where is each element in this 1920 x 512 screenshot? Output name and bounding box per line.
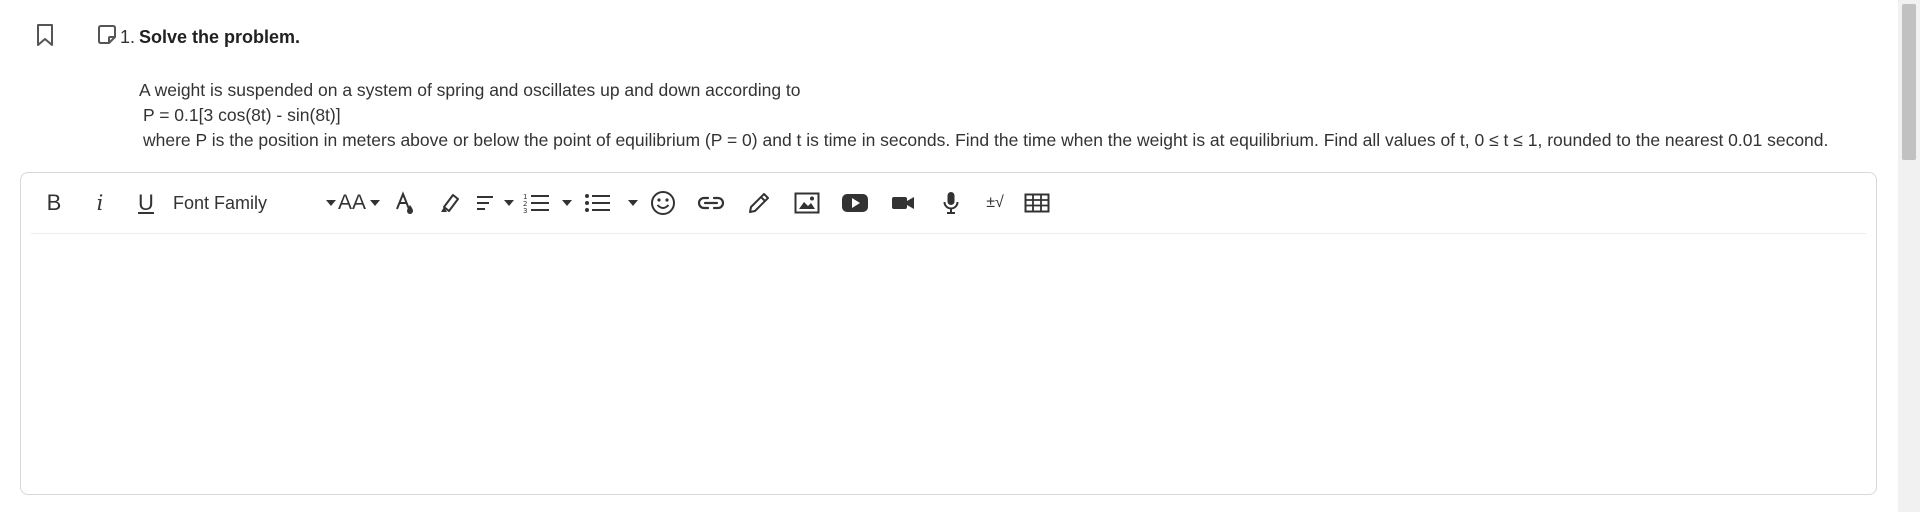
font-family-select[interactable]: Font Family [169,186,323,220]
chevron-down-icon [370,200,380,206]
question-actions [34,22,118,48]
link-button[interactable] [687,186,735,220]
numbered-list-icon: 123 [523,193,549,214]
bookmark-icon[interactable] [34,22,56,48]
question-header: 1. Solve the problem. [120,27,300,48]
question-prompt: A weight is suspended on a system of spr… [139,78,1828,153]
underline-button[interactable]: U [123,186,169,220]
chevron-down-icon [504,200,514,206]
chevron-down-icon [628,200,638,206]
align-button[interactable] [473,186,517,220]
page-scrollbar[interactable] [1898,0,1920,512]
answer-editor: B i U Font Family AA 123 ±√ [20,172,1877,495]
editor-text-area[interactable] [21,234,1876,494]
emoji-button[interactable] [639,186,687,220]
prompt-line: A weight is suspended on a system of spr… [139,80,801,100]
table-button[interactable] [1015,186,1059,220]
text-color-icon [396,191,413,214]
bullet-list-icon [585,194,610,212]
youtube-icon [842,194,868,212]
font-family-dropdown[interactable] [323,186,336,220]
prompt-equation: P = 0.1[3 cos(8t) - sin(8t)] [143,105,341,125]
ordered-list-button[interactable]: 123 [517,186,557,220]
editor-toolbar: B i U Font Family AA 123 ±√ [31,173,1866,234]
image-icon [794,192,820,214]
draw-button[interactable] [735,186,783,220]
prompt-line: where P is the position in meters above … [143,130,1829,150]
question-number: 1. [120,27,136,47]
text-color-button[interactable] [383,186,427,220]
equation-button[interactable]: ±√ [975,186,1015,220]
scrollbar-thumb[interactable] [1902,4,1916,160]
bullet-list-button[interactable] [573,186,623,220]
microphone-icon [943,192,959,214]
font-family-label: Font Family [173,192,268,213]
bullet-list-dropdown[interactable] [623,186,639,220]
highlighter-icon [441,194,459,212]
record-video-button[interactable] [879,186,927,220]
record-audio-button[interactable] [927,186,975,220]
question-title: Solve the problem. [139,27,301,47]
chevron-down-icon [562,200,572,206]
ordered-list-dropdown[interactable] [557,186,573,220]
pencil-icon [749,193,769,213]
svg-text:3: 3 [523,207,527,214]
font-size-button[interactable]: AA [335,186,383,220]
table-icon [1024,193,1050,213]
italic-button[interactable]: i [77,186,123,220]
font-size-icon: AA [337,191,366,214]
bold-button[interactable]: B [31,186,77,220]
align-left-icon [477,196,493,210]
note-icon[interactable] [96,22,118,48]
video-embed-button[interactable] [831,186,879,220]
video-camera-icon [892,197,914,209]
image-button[interactable] [783,186,831,220]
emoji-icon [651,191,675,215]
highlight-button[interactable] [427,186,473,220]
link-icon [697,196,725,210]
